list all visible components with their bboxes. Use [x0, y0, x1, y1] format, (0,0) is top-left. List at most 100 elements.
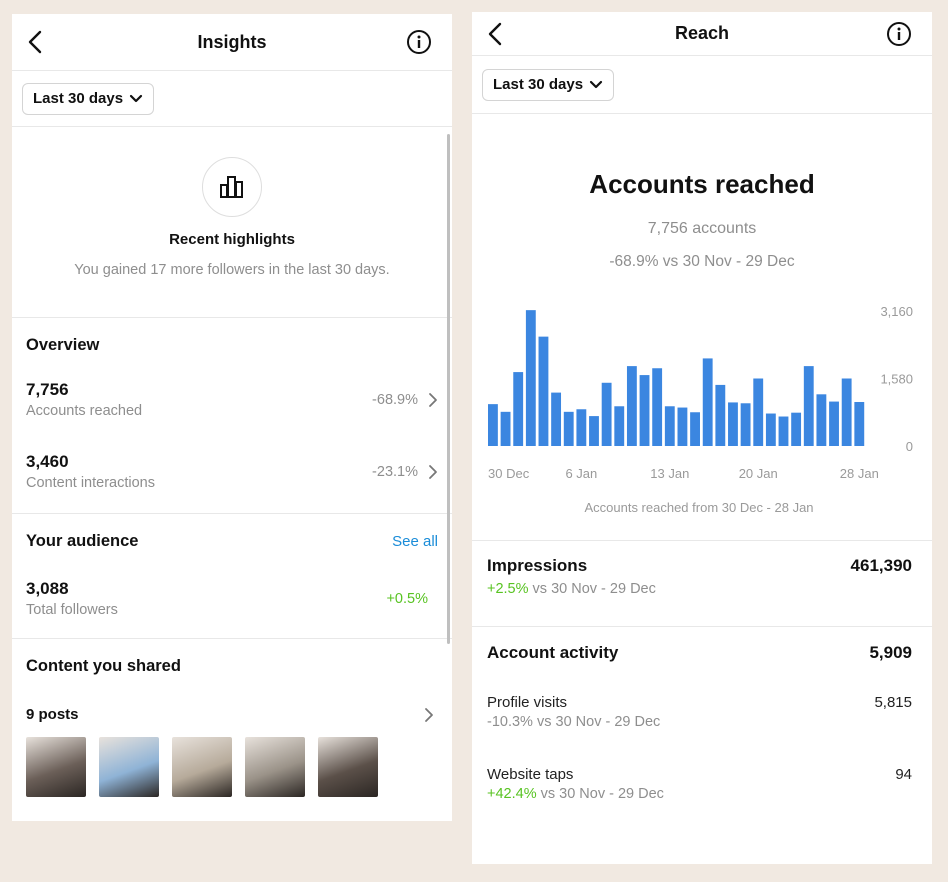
impressions-value: 461,390	[850, 556, 912, 575]
website-taps-row[interactable]: Website taps +42.4% vs 30 Nov - 29 Dec 9…	[472, 766, 932, 802]
filter-bar: Last 30 days	[12, 71, 452, 127]
chart-bar	[589, 416, 599, 446]
chart-bar	[664, 406, 675, 446]
highlights-icon-circle	[202, 157, 262, 217]
chart-bar	[854, 401, 865, 446]
profile-visits-row[interactable]: Profile visits -10.3% vs 30 Nov - 29 Dec…	[472, 694, 932, 730]
chart-bar	[525, 310, 536, 446]
highlights-title: Recent highlights	[169, 231, 295, 248]
content-interactions-change: -23.1%	[372, 463, 418, 480]
impressions-period: vs 30 Nov - 29 Dec	[528, 581, 656, 597]
total-followers-value: 3,088	[26, 579, 69, 598]
x-axis-tick-label: 28 Jan	[840, 466, 879, 481]
chart-bar	[538, 336, 549, 446]
chart-bar	[829, 401, 839, 446]
filter-bar: Last 30 days	[472, 56, 932, 114]
profile-visits-subtext: -10.3% vs 30 Nov - 29 Dec	[487, 714, 660, 730]
chart-bar	[601, 382, 612, 446]
content-section: Content you shared 9 posts	[12, 639, 452, 797]
post-thumbnails	[26, 737, 438, 797]
chevron-down-icon	[589, 80, 603, 88]
website-taps-value: 94	[895, 766, 912, 783]
post-thumbnail-4[interactable]	[245, 737, 305, 797]
recent-highlights: Recent highlights You gained 17 more fol…	[12, 127, 452, 318]
website-taps-label: Website taps	[487, 766, 574, 783]
posts-count: 9 posts	[26, 706, 79, 723]
back-arrow-icon[interactable]	[486, 21, 506, 47]
info-icon[interactable]	[886, 21, 912, 47]
x-axis-tick-label: 13 Jan	[650, 466, 689, 481]
accounts-reached-row[interactable]: 7,756 Accounts reached -68.9%	[26, 380, 438, 419]
scrollbar[interactable]	[447, 134, 450, 644]
y-axis-tick-label: 1,580	[880, 372, 913, 387]
highlights-text: You gained 17 more followers in the last…	[74, 262, 390, 278]
chevron-right-icon	[429, 392, 437, 407]
audience-title: Your audience	[26, 532, 139, 550]
chart-bar	[715, 384, 726, 446]
website-taps-period: vs 30 Nov - 29 Dec	[536, 786, 664, 802]
profile-visits-change: -10.3%	[487, 714, 533, 730]
chart-bar	[488, 404, 498, 446]
account-activity-row[interactable]: Account activity 5,909	[472, 643, 932, 663]
accounts-reached-label: Accounts reached	[26, 403, 143, 419]
chart-bar	[803, 366, 814, 446]
content-interactions-row[interactable]: 3,460 Content interactions -23.1%	[26, 452, 438, 491]
chart-bar	[551, 392, 562, 446]
chart-bar	[576, 409, 587, 446]
content-interactions-label: Content interactions	[26, 475, 155, 491]
y-axis-tick-label: 0	[906, 439, 913, 454]
reach-panel: Reach Last 30 days Accounts reached 7,75…	[472, 12, 932, 864]
impressions-title: Impressions	[487, 556, 588, 575]
profile-visits-period: vs 30 Nov - 29 Dec	[532, 714, 661, 730]
chevron-right-icon	[425, 707, 433, 722]
chart-bar	[778, 416, 789, 446]
post-thumbnail-5[interactable]	[318, 737, 378, 797]
post-thumbnail-1[interactable]	[26, 737, 86, 797]
overview-title: Overview	[26, 336, 100, 354]
back-arrow-icon[interactable]	[26, 29, 46, 55]
y-axis-tick-label: 3,160	[880, 304, 913, 319]
impressions-subtext: +2.5% vs 30 Nov - 29 Dec	[487, 581, 656, 597]
post-thumbnail-2[interactable]	[99, 737, 159, 797]
posts-row[interactable]: 9 posts	[26, 706, 438, 723]
accounts-reached-count: 7,756 accounts	[647, 220, 757, 237]
reach-header: Reach	[472, 12, 932, 56]
chart-bar	[841, 378, 852, 446]
accounts-reached-change: -68.9% vs 30 Nov - 29 Dec	[609, 253, 795, 270]
total-followers-row[interactable]: 3,088 Total followers +0.5%	[26, 579, 438, 618]
reach-chart-container: 3,160 1,580 0 30 Dec 6 Jan 13 Jan 20 Jan 28 Jan…	[472, 291, 932, 541]
chart-bar	[500, 411, 511, 446]
overview-section: Overview 7,756 Accounts reached -68.9% 3…	[12, 318, 452, 514]
chart-bar	[740, 403, 751, 446]
chart-caption: Accounts reached from 30 Dec - 28 Jan	[584, 500, 813, 515]
website-taps-change: +42.4%	[487, 786, 537, 802]
info-icon[interactable]	[406, 29, 432, 55]
chart-bar	[639, 375, 650, 446]
account-activity-title: Account activity	[487, 643, 619, 662]
see-all-link[interactable]: See all	[392, 533, 438, 550]
chart-bar	[690, 412, 700, 446]
content-title: Content you shared	[26, 657, 181, 675]
date-range-label: Last 30 days	[493, 76, 584, 93]
x-axis-tick-label: 6 Jan	[565, 466, 597, 481]
post-thumbnail-3[interactable]	[172, 737, 232, 797]
impressions-section: Impressions +2.5% vs 30 Nov - 29 Dec 461…	[472, 541, 932, 627]
x-axis-tick-label: 20 Jan	[739, 466, 778, 481]
page-title: Reach	[674, 23, 730, 43]
page-title: Insights	[197, 31, 267, 52]
profile-visits-value: 5,815	[874, 694, 912, 711]
account-activity-section: Account activity 5,909 Profile visits -1…	[472, 627, 932, 802]
date-range-label: Last 30 days	[33, 90, 124, 107]
impressions-change: +2.5%	[487, 581, 529, 597]
reach-bar-chart: 3,160 1,580 0 30 Dec 6 Jan 13 Jan 20 Jan 28 Jan…	[488, 304, 913, 515]
date-range-dropdown[interactable]: Last 30 days	[22, 82, 155, 115]
total-followers-change: +0.5%	[386, 590, 428, 607]
content-interactions-value: 3,460	[26, 452, 69, 471]
chart-bar	[513, 372, 524, 446]
chart-bar	[563, 411, 574, 446]
bar-chart-icon	[220, 176, 243, 198]
chart-bar	[728, 402, 738, 446]
date-range-dropdown[interactable]: Last 30 days	[482, 68, 615, 101]
profile-visits-label: Profile visits	[487, 694, 568, 711]
chart-bar	[816, 394, 827, 446]
